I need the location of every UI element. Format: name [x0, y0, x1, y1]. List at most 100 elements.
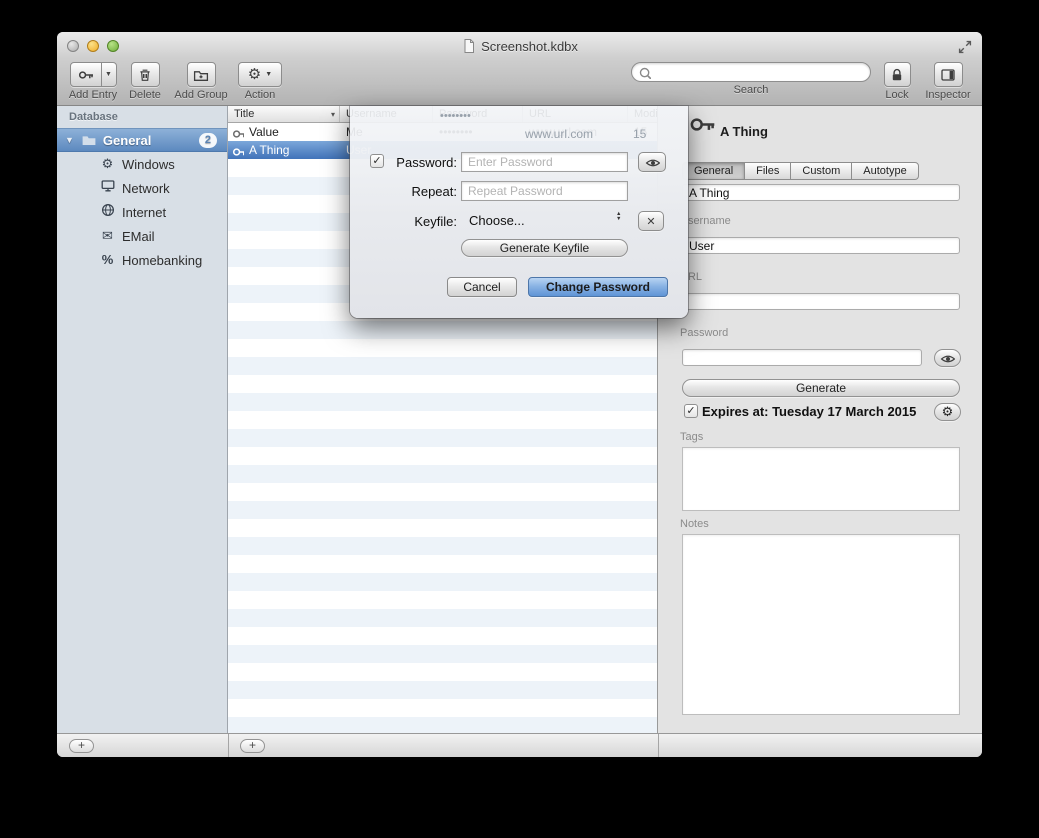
column-header-title[interactable]: Title▾ [228, 106, 340, 122]
dropdown-arrow-icon: ▼ [265, 71, 272, 78]
sidebar-item-label: Homebanking [122, 253, 202, 268]
inspector-panel-icon [940, 67, 956, 83]
window-title: Screenshot.kdbx [57, 38, 982, 54]
app-window: Screenshot.kdbx ▼ Add Entry Delete [57, 32, 982, 757]
search-input[interactable] [655, 65, 864, 79]
change-password-dialog: •••••••• www.url.com 15 ✓ Password: Repe… [350, 106, 688, 318]
generate-keyfile-button[interactable]: Generate Keyfile [461, 239, 628, 257]
envelope-icon: ✉ [99, 228, 116, 244]
username-field[interactable] [682, 237, 960, 254]
sidebar-item-email[interactable]: ✉ EMail [57, 224, 227, 248]
sidebar-item-label: Network [122, 181, 170, 196]
eye-icon [940, 351, 955, 366]
action-label: Action [237, 89, 283, 101]
inspector-toggle-button[interactable] [934, 62, 963, 87]
ghost-url-text: www.url.com [525, 127, 593, 141]
eye-icon [645, 155, 660, 170]
sidebar-item-label: Windows [122, 157, 175, 172]
key-icon [232, 126, 244, 138]
tab-files[interactable]: Files [745, 163, 791, 179]
gear-icon: ⚙ [99, 156, 116, 172]
tab-general[interactable]: General [683, 163, 745, 179]
delete-button[interactable] [131, 62, 160, 87]
sidebar-item-internet[interactable]: Internet [57, 200, 227, 224]
notes-label: Notes [680, 518, 709, 530]
delete-label: Delete [123, 89, 167, 101]
disclosure-triangle-icon[interactable]: ▼ [65, 135, 74, 145]
add-group-label: Add Group [171, 89, 231, 101]
add-group-button[interactable] [187, 62, 216, 87]
add-entry-footer-button[interactable]: + [240, 739, 265, 753]
folder-icon [81, 132, 97, 148]
notes-field[interactable] [682, 534, 960, 715]
expires-settings-button[interactable]: ⚙ [934, 403, 961, 421]
sidebar-item-network[interactable]: Network [57, 176, 227, 200]
folder-plus-icon [193, 67, 209, 83]
action-button[interactable]: ⚙ ▼ [238, 62, 282, 87]
search-icon [638, 66, 651, 79]
entry-title: Value [249, 125, 279, 139]
bottom-bar: + + [57, 733, 982, 757]
show-password-button[interactable] [934, 349, 961, 367]
trash-icon [137, 67, 153, 83]
clear-keyfile-button[interactable]: ✕ [638, 211, 664, 231]
sidebar-group-general[interactable]: ▼ General 2 [57, 128, 227, 152]
lock-label: Lock [879, 89, 915, 101]
toolbar-inspector: Inspector [921, 62, 975, 101]
window-title-text: Screenshot.kdbx [481, 39, 578, 54]
add-entry-dropdown[interactable]: ▼ [102, 62, 117, 87]
sidebar-item-windows[interactable]: ⚙ Windows [57, 152, 227, 176]
entry-key-icon [689, 111, 716, 138]
url-field[interactable] [682, 293, 960, 310]
popup-stepper-icon: ▲▼ [616, 212, 621, 222]
generate-password-button[interactable]: Generate [682, 379, 960, 397]
check-icon: ✓ [686, 405, 695, 417]
search-field[interactable] [631, 62, 871, 82]
key-icon [78, 67, 94, 83]
ghost-password-dots: •••••••• [440, 110, 471, 122]
sidebar-item-homebanking[interactable]: % Homebanking [57, 248, 227, 272]
lock-button[interactable] [884, 62, 911, 87]
add-entry-button[interactable] [70, 62, 102, 87]
search-label: Search [631, 84, 871, 96]
dialog-keyfile-label: Keyfile: [350, 214, 457, 229]
tab-autotype[interactable]: Autotype [852, 163, 917, 179]
reveal-password-button[interactable] [638, 152, 666, 172]
change-password-button[interactable]: Change Password [528, 277, 668, 297]
cancel-button[interactable]: Cancel [447, 277, 517, 297]
banking-icon: % [99, 252, 116, 268]
entry-title: A Thing [249, 143, 289, 157]
password-field[interactable] [682, 349, 922, 366]
lock-icon [889, 67, 905, 83]
entry-count-badge: 2 [199, 133, 217, 148]
sidebar-group-label: General [103, 133, 151, 148]
tags-field[interactable] [682, 447, 960, 511]
add-group-footer-button[interactable]: + [69, 739, 94, 753]
toolbar-lock: Lock [879, 62, 915, 101]
tab-custom[interactable]: Custom [791, 163, 852, 179]
toolbar-action: ⚙ ▼ Action [237, 62, 283, 101]
dialog-password-input[interactable] [461, 152, 628, 172]
dropdown-arrow-icon: ▼ [105, 71, 112, 78]
sidebar-item-label: Internet [122, 205, 166, 220]
sort-indicator-icon: ▾ [331, 107, 335, 122]
toolbar-add-group: Add Group [171, 62, 231, 101]
keyfile-popup[interactable]: Choose... [461, 211, 628, 231]
fullscreen-icon[interactable] [957, 39, 972, 54]
gear-icon: ⚙ [942, 404, 954, 419]
dialog-repeat-input[interactable] [461, 181, 628, 201]
expires-checkbox[interactable]: ✓ [684, 404, 698, 418]
add-entry-label: Add Entry [67, 89, 119, 101]
expires-label: Expires at: Tuesday 17 March 2015 [702, 404, 916, 419]
inspector-label: Inspector [921, 89, 975, 101]
window-chrome: Screenshot.kdbx ▼ Add Entry Delete [57, 32, 982, 106]
gear-icon: ⚙ [248, 67, 261, 82]
divider [228, 734, 229, 757]
network-icon [99, 178, 116, 198]
toolbar-search: Search [631, 62, 871, 96]
inspector-tabs: General Files Custom Autotype [682, 162, 919, 180]
dialog-repeat-label: Repeat: [350, 184, 457, 199]
key-icon [232, 144, 244, 156]
title-field[interactable] [682, 184, 960, 201]
tags-label: Tags [680, 431, 703, 443]
